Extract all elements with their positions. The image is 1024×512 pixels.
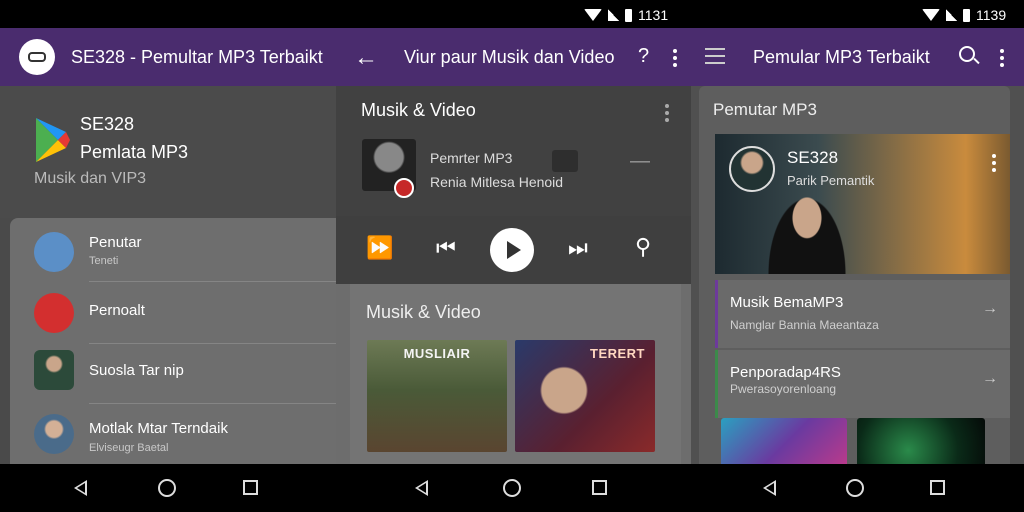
avatar	[729, 146, 775, 192]
drawer-item-penutar[interactable]: Penutar Teneti	[10, 220, 336, 282]
drawer-item-label: Motlak Mtar Terndaik	[89, 420, 228, 437]
row-title: Musik BemaMP3	[730, 294, 844, 311]
list-row[interactable]: Penporadap4RS Pwerasoyorenloang →	[715, 350, 1010, 418]
battery-icon	[625, 8, 632, 22]
navigation-bar	[0, 464, 1024, 512]
status-time-2: 1139	[976, 7, 1007, 23]
wifi-icon	[584, 9, 602, 21]
row-subtitle: Pwerasoyorenloang	[730, 382, 837, 396]
drawer-item-pernoalt[interactable]: Pernoalt	[10, 282, 336, 344]
list-row[interactable]: Musik BemaMP3 Namglar Bannia Maeantaza →	[715, 280, 1010, 348]
media-tile[interactable]: MUSLIAIR	[367, 340, 507, 452]
nav-back-icon[interactable]	[415, 480, 428, 496]
featured-name: SE328	[787, 148, 839, 167]
help-icon[interactable]: ?	[638, 45, 649, 68]
nav-recents-icon[interactable]	[930, 480, 945, 495]
track-name: Pemrter MP3	[430, 150, 513, 166]
drawer-item-label: Suosla Tar nip	[89, 362, 184, 379]
app-bar-title: Pemular MP3 Terbaikt	[753, 47, 930, 67]
nav-home-icon[interactable]	[846, 479, 864, 497]
nav-recents-icon[interactable]	[243, 480, 258, 495]
now-playing-title: Musik & Video	[361, 100, 476, 120]
featured-subtitle: Parik Pemantik	[787, 173, 875, 188]
drawer-item-label: Penutar	[89, 234, 142, 251]
signal-icon	[946, 9, 957, 21]
concert-thumbnail[interactable]	[857, 418, 985, 464]
drawer-list: Penutar Teneti Pernoalt Suosla Tar nip M…	[10, 218, 336, 464]
arrow-right-icon: →	[982, 300, 998, 317]
nav-back-icon[interactable]	[763, 480, 776, 496]
featured-artist-image	[767, 196, 847, 274]
nav-home-icon[interactable]	[503, 479, 521, 497]
search-icon[interactable]: ⚲	[635, 234, 651, 260]
menu-icon[interactable]	[705, 48, 725, 69]
avatar	[34, 350, 74, 390]
play-button[interactable]	[490, 228, 534, 272]
nav-back-icon[interactable]	[74, 480, 87, 496]
status-time-1: 1131	[638, 7, 669, 23]
tile-caption: MUSLIAIR	[403, 346, 471, 361]
drawer-item-sub: Elviseugr Baetal	[89, 442, 169, 454]
row-subtitle: Namglar Bannia Maeantaza	[730, 318, 879, 332]
search-icon[interactable]	[959, 46, 975, 62]
drawer-item-sub: Teneti	[89, 255, 119, 267]
skip-next-icon[interactable]: ⏭	[568, 235, 588, 261]
app-bar-title: Viur paur Musik dan Video	[404, 47, 615, 67]
tile-caption: TERERT	[590, 346, 645, 361]
battery-icon	[963, 8, 970, 22]
status-bar: 1131 1139	[0, 0, 1024, 28]
playback-controls: ⏩ ⏮ ⏭ ⚲	[336, 216, 691, 284]
row-title: Penporadap4RS	[730, 364, 841, 381]
skip-previous-icon[interactable]: ⏮	[436, 235, 456, 261]
drawer-item-motlak[interactable]: Motlak Mtar Terndaik Elviseugr Baetal	[10, 404, 336, 464]
record-badge-icon	[394, 178, 414, 198]
media-grid: Musik & Video MUSLIAIR TERERT	[350, 284, 681, 464]
now-playing-card: Musik & Video Pemrter MP3 Renia Mitlesa …	[336, 86, 691, 216]
arrow-right-icon: →	[982, 370, 998, 387]
app-bar: ← Viur paur Musik dan Video ?	[336, 28, 691, 86]
app-bar-title: SE328 - Pemultar MP3 Terbaikt	[71, 47, 323, 67]
drawer-app-subtitle: Pemlata MP3	[80, 142, 189, 162]
status-group-2: 1139	[922, 7, 1006, 23]
play-store-icon	[36, 118, 70, 162]
drawer-item-label: Pernoalt	[89, 302, 145, 319]
featured-card[interactable]: SE328 Parik Pemantik	[715, 134, 1010, 274]
play-icon	[507, 241, 521, 259]
nav-recents-icon[interactable]	[592, 480, 607, 495]
nav-home-icon[interactable]	[158, 479, 176, 497]
drawer-panel: SE328 - Pemultar MP3 Terbaikt SE328 Peml…	[0, 28, 336, 464]
concert-thumbnail[interactable]	[721, 418, 847, 464]
youtube-icon	[34, 293, 74, 333]
drawer-tagline: Musik dan VIP3	[34, 170, 147, 187]
card-more-icon[interactable]	[992, 154, 996, 172]
media-tile[interactable]: TERERT	[515, 340, 655, 452]
app-bar: SE328 - Pemultar MP3 Terbaikt	[0, 28, 336, 86]
media-grid-title: Musik & Video	[366, 302, 481, 322]
section-title: Pemutar MP3	[713, 100, 817, 119]
avatar	[34, 414, 74, 454]
app-bar: Pemular MP3 Terbaikt	[691, 28, 1024, 86]
home-content: Pemutar MP3 SE328 Parik Pemantik Musik B…	[699, 86, 1010, 464]
drawer-item-suosla[interactable]: Suosla Tar nip	[10, 342, 336, 404]
player-panel: ← Viur paur Musik dan Video ? Musik & Vi…	[336, 28, 691, 464]
app-logo-icon[interactable]	[19, 39, 55, 75]
drawer-header: SE328 Pemlata MP3 Musik dan VIP3	[0, 86, 336, 218]
wifi-icon	[922, 9, 940, 21]
track-artist: Renia Mitlesa Henoid	[430, 174, 564, 190]
home-panel: Pemular MP3 Terbaikt Pemutar MP3 SE328 P…	[691, 28, 1024, 464]
card-more-icon[interactable]	[665, 104, 669, 122]
cast-icon[interactable]	[552, 150, 578, 172]
more-options-icon[interactable]	[673, 49, 677, 67]
back-arrow-icon[interactable]: ←	[354, 44, 378, 72]
fast-forward-icon[interactable]: ⏩	[366, 235, 393, 261]
signal-icon	[608, 9, 619, 21]
more-options-icon[interactable]	[1000, 49, 1004, 67]
player-icon	[34, 232, 74, 272]
status-group-1: 1131	[584, 7, 668, 23]
add-to-queue-icon[interactable]: ―	[630, 150, 652, 172]
drawer-app-name: SE328	[80, 114, 135, 134]
